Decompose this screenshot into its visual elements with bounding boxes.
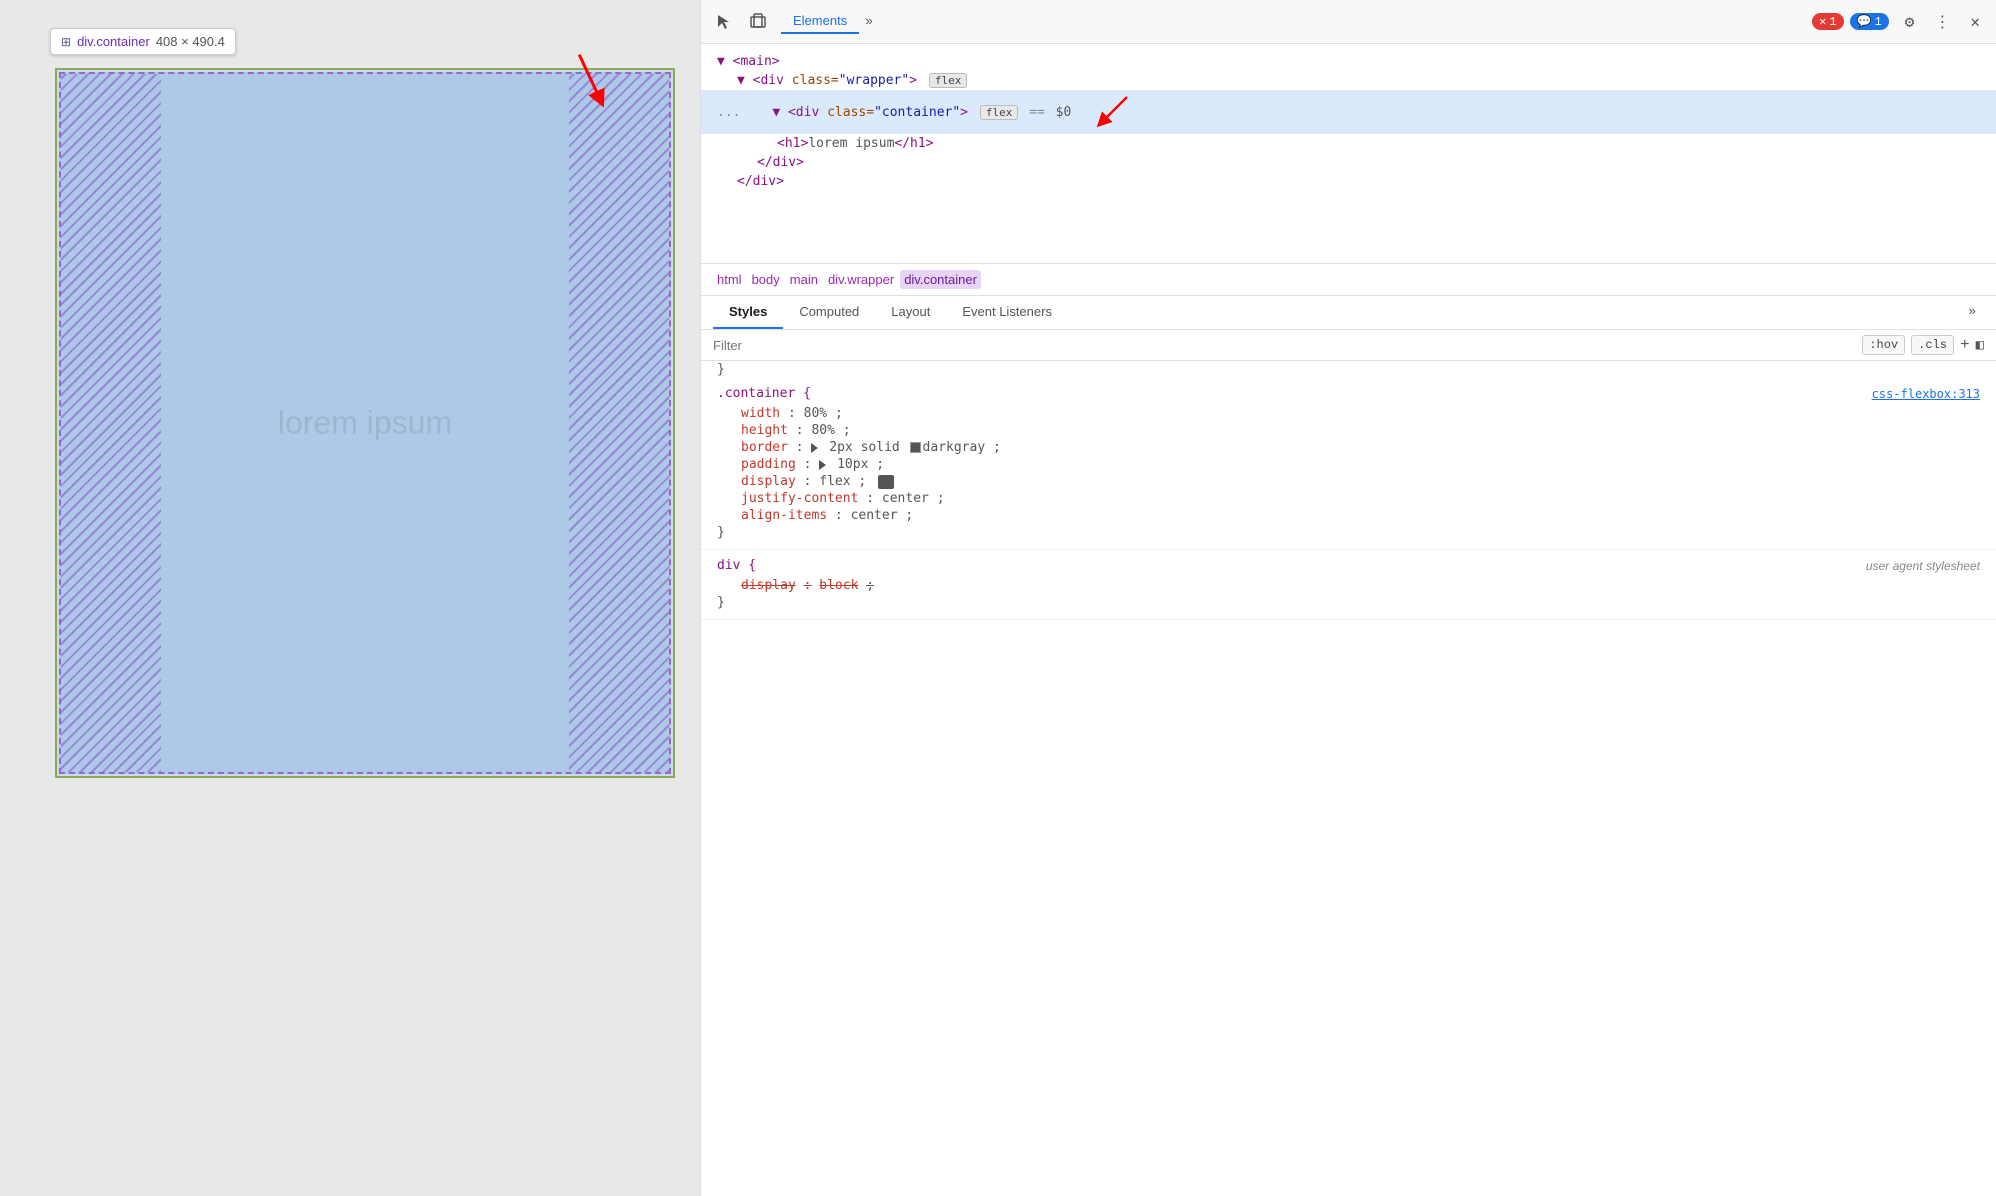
hatch-right — [569, 74, 669, 772]
device-icon[interactable] — [747, 11, 769, 33]
css-prop-justify-content: justify-content : center ; — [717, 490, 1980, 507]
css-prop-display: display : flex ; — [717, 473, 1980, 490]
main-tabs: Elements » — [781, 9, 1800, 34]
hov-button[interactable]: :hov — [1862, 335, 1905, 355]
flex-layout-icon[interactable] — [878, 475, 894, 489]
cls-button[interactable]: .cls — [1911, 335, 1954, 355]
preview-outer: lorem ipsum — [55, 68, 675, 778]
error-icon: ✕ — [1819, 14, 1826, 29]
toggle-sidebar-button[interactable]: ◧ — [1976, 337, 1984, 354]
bc-wrapper[interactable]: div.wrapper — [824, 270, 898, 289]
tree-line-container[interactable]: ... ▼ <div class="container"> flex == $0 — [701, 90, 1996, 134]
filter-actions: :hov .cls + ◧ — [1862, 335, 1984, 355]
message-icon: 💬 — [1857, 14, 1872, 29]
error-badge[interactable]: ✕ 1 — [1812, 13, 1843, 30]
filter-input[interactable] — [713, 338, 1854, 353]
element-tooltip: ⊞ div.container 408 × 490.4 — [50, 28, 236, 55]
cursor-icon[interactable] — [713, 11, 735, 33]
css-rule-header-container: .container { css-flexbox:313 — [717, 386, 1980, 401]
tab-event-listeners[interactable]: Event Listeners — [946, 296, 1068, 329]
error-count: 1 — [1829, 15, 1836, 29]
css-source-div: user agent stylesheet — [1866, 559, 1980, 573]
browser-preview: ⊞ div.container 408 × 490.4 lorem ipsum — [0, 0, 700, 1196]
bc-container[interactable]: div.container — [900, 270, 981, 289]
css-prop-padding: padding : 10px ; — [717, 456, 1980, 473]
element-icon: ⊞ — [61, 35, 71, 49]
tab-elements[interactable]: Elements — [781, 9, 859, 34]
tab-layout[interactable]: Layout — [875, 296, 946, 329]
tree-line-main[interactable]: ▼ <main> — [701, 52, 1996, 71]
elements-tree: ▼ <main> ▼ <div class="wrapper"> flex ..… — [701, 44, 1996, 264]
css-rule-container: .container { css-flexbox:313 width : 80%… — [701, 378, 1996, 550]
css-content: } .container { css-flexbox:313 width : 8… — [701, 361, 1996, 1196]
badge-area: ✕ 1 💬 1 — [1812, 13, 1889, 30]
css-selector-container: .container { — [717, 386, 811, 401]
more-tabs-button[interactable]: » — [859, 10, 879, 33]
tab-computed[interactable]: Computed — [783, 296, 875, 329]
css-rule-header-div: div { user agent stylesheet — [717, 558, 1980, 573]
settings-icon[interactable]: ⚙ — [1901, 10, 1919, 34]
css-rule-div: div { user agent stylesheet display : bl… — [701, 550, 1996, 620]
tab-styles[interactable]: Styles — [713, 296, 783, 329]
color-swatch-darkgray[interactable] — [910, 442, 921, 453]
close-devtools-icon[interactable]: ✕ — [1966, 10, 1984, 34]
tree-line-h1[interactable]: <h1>lorem ipsum</h1> — [701, 134, 1996, 153]
tree-line-close-div-1[interactable]: </div> — [701, 153, 1996, 172]
add-style-button[interactable]: + — [1960, 336, 1970, 354]
bc-html[interactable]: html — [713, 270, 746, 289]
css-close-brace-container: } — [717, 524, 1980, 541]
css-close-brace-div: } — [717, 594, 1980, 611]
devtools-panel: Elements » ✕ 1 💬 1 ⚙ ⋮ ✕ ▼ <main> — [700, 0, 1996, 1196]
css-prop-display-block: display : block ; — [717, 577, 1980, 594]
more-sub-tabs[interactable]: » — [1960, 296, 1984, 329]
sub-tabs-bar: Styles Computed Layout Event Listeners » — [701, 296, 1996, 330]
filter-bar: :hov .cls + ◧ — [701, 330, 1996, 361]
message-badge[interactable]: 💬 1 — [1850, 13, 1889, 30]
css-selector-div: div { — [717, 558, 756, 573]
css-prop-align-items: align-items : center ; — [717, 507, 1980, 524]
tooltip-dims: 408 × 490.4 — [156, 34, 225, 49]
bc-main[interactable]: main — [786, 270, 822, 289]
more-options-icon[interactable]: ⋮ — [1930, 10, 1954, 34]
lorem-ipsum-text: lorem ipsum — [278, 405, 452, 442]
preview-container: lorem ipsum — [59, 72, 671, 774]
breadcrumb: html body main div.wrapper div.container — [701, 264, 1996, 296]
tooltip-class: div.container — [77, 34, 150, 49]
devtools-toolbar: Elements » ✕ 1 💬 1 ⚙ ⋮ ✕ — [701, 0, 1996, 44]
tree-line-wrapper[interactable]: ▼ <div class="wrapper"> flex — [701, 71, 1996, 90]
css-prop-width: width : 80% ; — [717, 405, 1980, 422]
css-source-container[interactable]: css-flexbox:313 — [1872, 387, 1980, 401]
message-count: 1 — [1875, 15, 1882, 29]
hatch-left — [61, 74, 161, 772]
css-prop-height: height : 80% ; — [717, 422, 1980, 439]
tree-line-close-div-2[interactable]: </div> — [701, 172, 1996, 191]
css-prop-border: border : 2px solid darkgray ; — [717, 439, 1980, 456]
arrow-indicator-2 — [1087, 92, 1137, 132]
css-prev-close: } — [701, 361, 1996, 378]
bc-body[interactable]: body — [748, 270, 784, 289]
